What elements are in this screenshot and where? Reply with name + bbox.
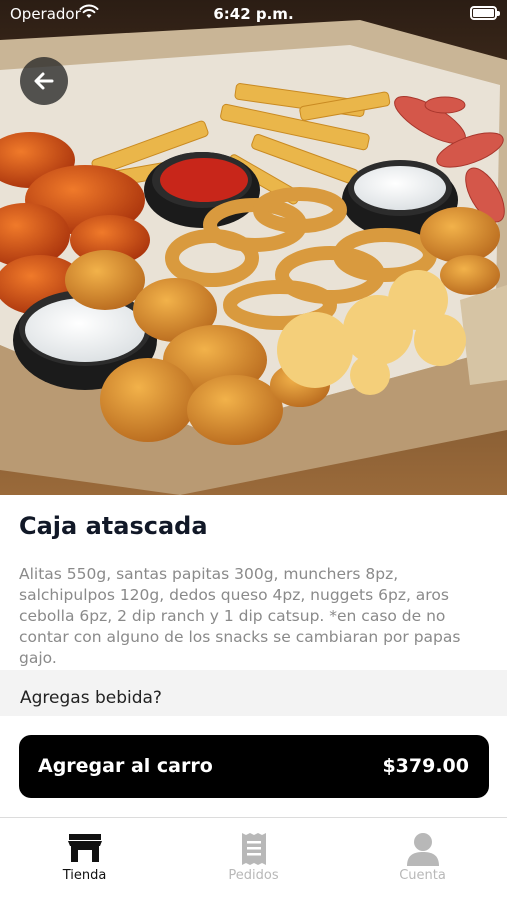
product-image <box>0 0 507 495</box>
tab-cuenta[interactable]: Cuenta <box>338 818 507 900</box>
tab-label: Cuenta <box>399 868 446 883</box>
tab-bar: Tienda Pedidos Cuenta <box>0 817 507 900</box>
tab-label: Pedidos <box>228 868 279 883</box>
tab-tienda[interactable]: Tienda <box>0 818 169 900</box>
add-to-cart-label: Agregar al carro <box>38 755 213 777</box>
status-bar: Operador 6:42 p.m. <box>0 0 507 28</box>
store-icon <box>67 834 102 862</box>
tab-pedidos[interactable]: Pedidos <box>169 818 338 900</box>
clock: 6:42 p.m. <box>213 5 294 23</box>
user-icon <box>406 833 439 866</box>
back-button[interactable] <box>20 57 68 105</box>
product-title: Caja atascada <box>19 512 208 540</box>
product-description: Alitas 550g, santas papitas 300g, munche… <box>19 565 461 667</box>
arrow-left-icon <box>34 72 54 90</box>
tab-label: Tienda <box>62 868 107 883</box>
drink-prompt: Agregas bebida? <box>20 688 162 708</box>
add-to-cart-button[interactable]: Agregar al carro $379.00 <box>19 735 489 798</box>
receipt-icon <box>241 833 266 865</box>
price-label: $379.00 <box>382 755 469 777</box>
battery-icon <box>470 6 500 20</box>
